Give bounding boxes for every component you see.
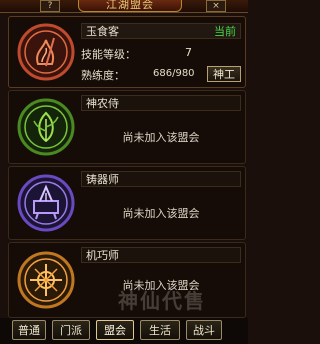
proficiency-label: 熟练度： — [81, 69, 125, 82]
profession-name: 铸器师 — [86, 173, 119, 186]
profession-name: 机巧师 — [86, 249, 119, 262]
profession-panel-zhuqishi[interactable]: 铸器师 尚未加入该盟会 — [8, 166, 246, 240]
forge-icon — [13, 170, 79, 236]
profession-name: 神农侍 — [86, 97, 119, 110]
tab-sect[interactable]: 门派 — [52, 320, 90, 340]
herb-icon — [13, 94, 79, 160]
profession-name: 玉食客 — [86, 25, 119, 38]
profession-name-bar: 铸器师 — [81, 171, 241, 187]
close-button[interactable]: × — [206, 0, 226, 12]
not-joined-message: 尚未加入该盟会 — [122, 207, 200, 220]
help-button[interactable]: ? — [40, 0, 60, 12]
proficiency-row: 熟练度： — [81, 67, 125, 83]
profession-panel-yushike[interactable]: 玉食客 当前 技能等级： 7 熟练度： 686/980 神工 — [8, 16, 246, 88]
skill-level-value: 7 — [185, 46, 192, 59]
window-title: 江湖盟会 — [78, 0, 182, 12]
current-status-label: 当前 — [214, 25, 236, 38]
tab-battle[interactable]: 战斗 — [186, 320, 222, 340]
skill-level-row: 技能等级： — [81, 46, 136, 62]
profession-panel-shennongshi[interactable]: 神农侍 尚未加入该盟会 — [8, 90, 246, 164]
skill-level-label: 技能等级： — [81, 48, 136, 61]
cooking-icon — [13, 19, 79, 85]
not-joined-message: 尚未加入该盟会 — [122, 131, 200, 144]
profession-name-bar: 机巧师 — [81, 247, 241, 263]
tab-guild[interactable]: 盟会 — [96, 320, 134, 340]
profession-name-bar: 神农侍 — [81, 95, 241, 111]
profession-name-bar: 玉食客 当前 — [81, 23, 241, 39]
tab-normal[interactable]: 普通 — [12, 320, 46, 340]
proficiency-value: 686/980 — [153, 68, 195, 79]
mechanism-icon — [13, 246, 79, 314]
watermark: 神仙代售 — [118, 289, 206, 313]
shengong-button[interactable]: 神工 — [207, 66, 241, 82]
tab-life[interactable]: 生活 — [140, 320, 180, 340]
